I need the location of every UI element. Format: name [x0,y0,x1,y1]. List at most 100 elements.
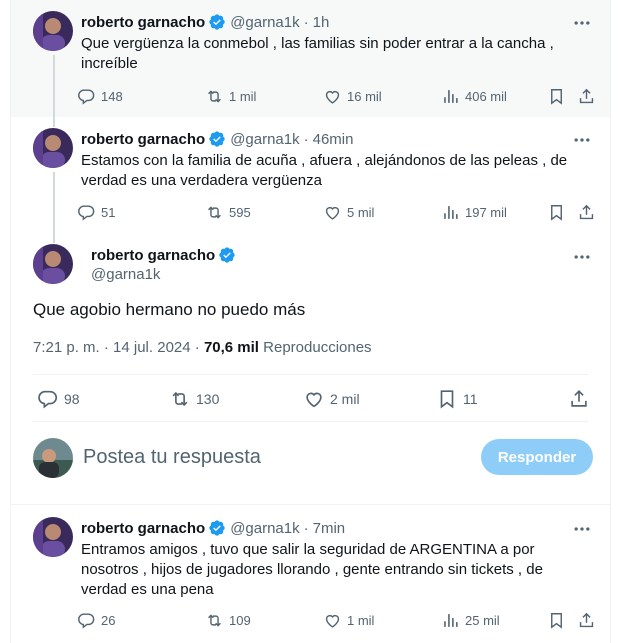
action-bar: 148 1 mil 16 mil 406 mil [77,87,594,107]
main-reply-button[interactable]: 98 [37,388,80,410]
avatar[interactable] [33,128,73,168]
author-handle[interactable]: @garna1k [230,14,299,31]
like-count: 5 mil [347,205,375,220]
reply-count: 26 [101,613,116,628]
share-icon [579,612,594,628]
thread-line [53,117,55,127]
main-like-button[interactable]: 2 mil [303,388,360,410]
tweet-text-line: increíble [81,55,138,72]
reply-count: 98 [64,391,80,407]
reply-submit-button[interactable]: Responder [481,439,593,475]
reply-button[interactable]: 51 [77,203,115,222]
more-icon[interactable] [572,247,592,267]
conversation-panel: roberto garnacho @garna1k · 1h Que vergü… [10,0,611,643]
verified-icon [209,131,225,147]
tweet-text-line: Estamos con la familia de acuña , afuera… [81,152,568,169]
views-count: 197 mil [465,205,507,220]
author-name[interactable]: roberto garnacho [81,520,205,537]
reply-tweet[interactable]: roberto garnacho @garna1k · 7min Entramo… [11,505,610,643]
author-handle[interactable]: @garna1k [230,520,299,537]
main-avatar[interactable] [33,244,73,284]
repost-button[interactable]: 595 [205,203,251,222]
repost-icon [208,206,221,219]
like-icon [325,90,340,104]
tweet-text-line: Entramos amigos , tuvo que salir la segu… [81,541,535,558]
views-button[interactable]: 197 mil [441,203,507,222]
tweet-header: roberto garnacho @garna1k · 7min [81,519,345,537]
divider [33,374,588,375]
tweet-text: Que vergüenza la conmebol , las familias… [81,34,586,74]
bookmark-button[interactable] [547,87,570,106]
action-bar: 26 109 1 mil 25 mil [77,611,594,631]
separator: · [303,13,309,31]
thread-line [53,172,55,235]
main-bookmark-button[interactable]: 11 [436,388,478,410]
like-count: 1 mil [347,613,375,628]
repost-count: 109 [229,613,251,628]
more-icon[interactable] [572,519,592,539]
like-button[interactable]: 16 mil [323,87,382,106]
avatar[interactable] [33,517,73,557]
avatar[interactable] [33,11,73,51]
repost-icon [208,614,221,627]
views-icon [444,206,458,219]
timestamp[interactable]: 46min [313,131,354,148]
main-timestamp[interactable]: 7:21 p. m. · 14 jul. 2024 · [33,339,200,356]
author-name[interactable]: roberto garnacho [81,131,205,148]
views-label: Reproducciones [263,339,372,356]
share-button[interactable] [577,203,600,222]
share-icon [579,88,594,104]
main-author-name[interactable]: roberto garnacho [91,247,215,264]
views-button[interactable]: 406 mil [441,87,507,106]
share-button[interactable] [577,87,600,106]
views-icon [444,614,458,627]
share-icon [579,204,594,220]
separator: · [303,519,309,537]
author-handle[interactable]: @garna1k [230,131,299,148]
main-tweet-text: Que agobio hermano no puedo más [33,300,306,319]
author-name[interactable]: roberto garnacho [81,14,205,31]
reply-icon [38,390,58,409]
views-total: 70,6 mil [203,339,259,356]
reply-input[interactable]: Postea tu respuesta [83,446,261,469]
bookmark-icon [551,89,562,105]
more-icon[interactable] [572,130,592,150]
thread-tweet-1[interactable]: roberto garnacho @garna1k · 1h Que vergü… [11,0,610,117]
bookmark-icon [440,390,454,409]
views-icon [444,90,458,103]
views-count: 406 mil [465,89,507,104]
thread-tweet-2[interactable]: roberto garnacho @garna1k · 46min Estamo… [11,117,610,235]
main-author-name-row: roberto garnacho [91,246,240,264]
main-share-button[interactable] [568,388,595,410]
like-button[interactable]: 5 mil [323,203,374,222]
more-icon[interactable] [572,13,592,33]
timestamp[interactable]: 1h [313,14,330,31]
like-icon [325,614,340,628]
reply-count: 148 [101,89,123,104]
repost-button[interactable]: 109 [205,611,251,630]
share-button[interactable] [577,611,600,630]
bookmark-count: 11 [463,391,478,407]
bookmark-icon [551,613,562,629]
reply-button[interactable]: 26 [77,611,115,630]
bookmark-button[interactable] [547,611,570,630]
main-repost-button[interactable]: 130 [169,388,219,410]
repost-count: 595 [229,205,251,220]
tweet-text-line: nosotros , hijos de jugadores llorando ,… [81,561,543,578]
reply-button[interactable]: 148 [77,87,123,106]
views-button[interactable]: 25 mil [441,611,500,630]
repost-icon [208,90,221,103]
tweet-text-line: verdad es una pena [81,581,214,598]
like-button[interactable]: 1 mil [323,611,374,630]
reply-icon [78,89,95,105]
tweet-header: roberto garnacho @garna1k · 1h [81,13,329,31]
reply-icon [78,205,95,221]
timestamp[interactable]: 7min [313,520,346,537]
user-avatar[interactable] [33,438,73,478]
main-author-handle[interactable]: @garna1k [91,266,160,283]
bookmark-button[interactable] [547,203,570,222]
like-icon [306,392,322,408]
repost-button[interactable]: 1 mil [205,87,256,106]
verified-icon [219,247,235,263]
reply-icon [78,613,95,629]
